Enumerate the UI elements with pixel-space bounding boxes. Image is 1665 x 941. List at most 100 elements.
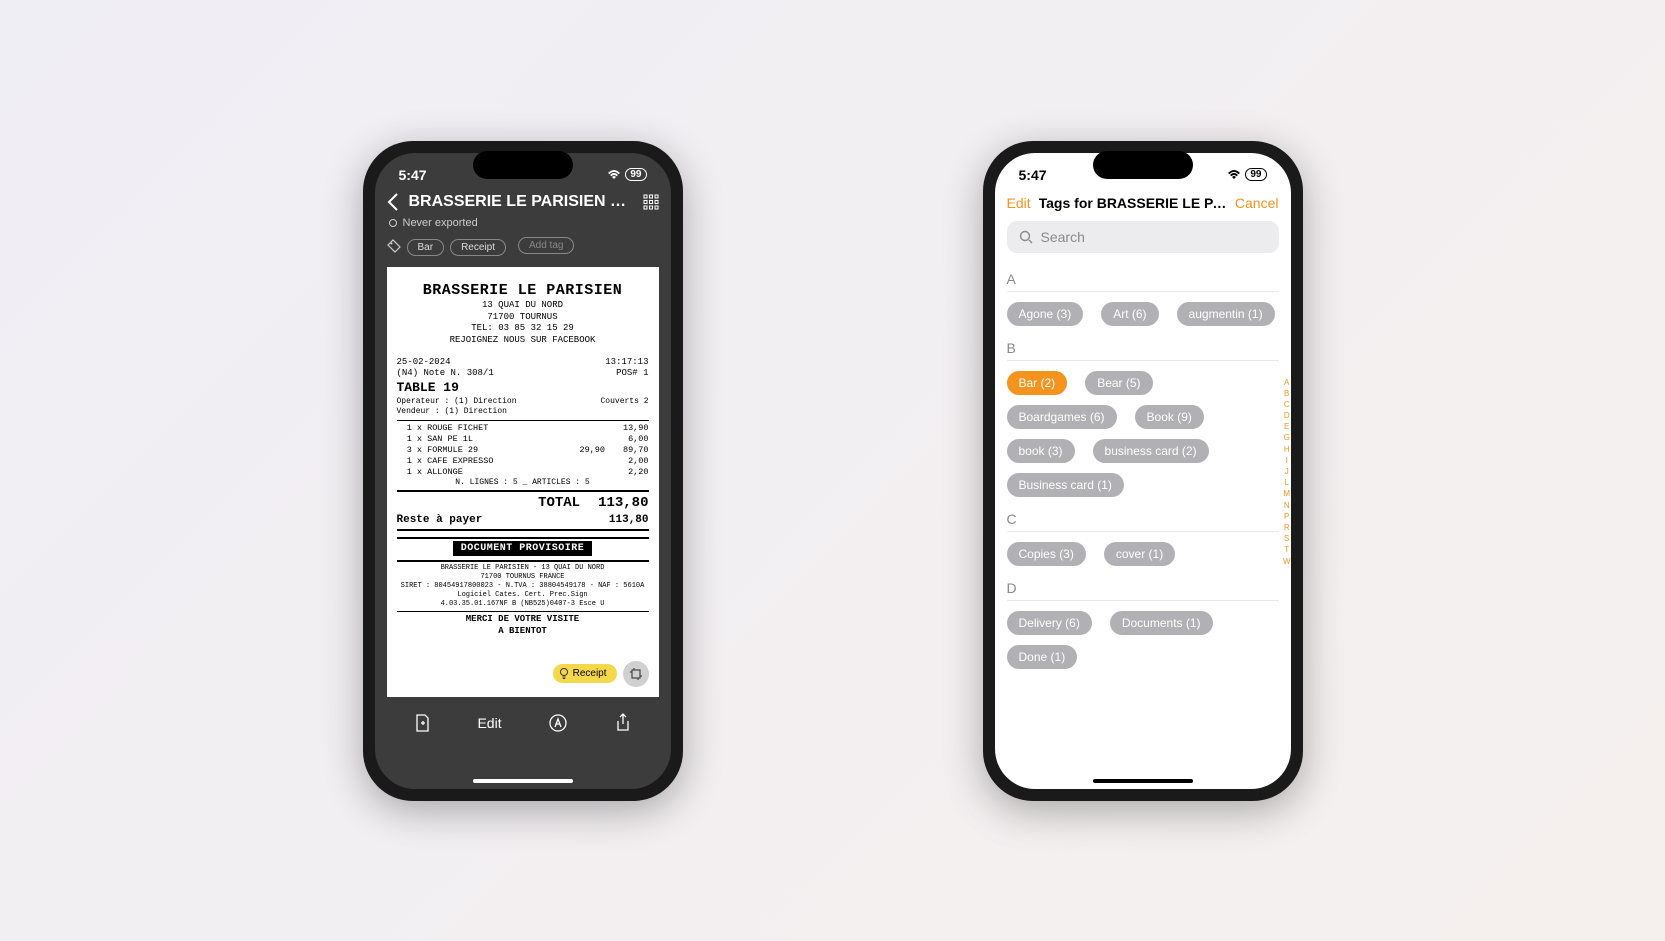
page-title: BRASSERIE LE PARISIEN R... [409,193,633,211]
section-header: B [1007,326,1279,361]
index-letter[interactable]: A [1283,377,1291,388]
tag-pill[interactable]: Receipt [450,239,506,256]
receipt-addr2: 71700 TOURNUS [397,312,649,324]
index-letter[interactable]: S [1283,533,1291,544]
receipt-operator: Operateur : (1) Direction [397,397,517,407]
index-letter[interactable]: P [1283,511,1291,522]
tag-pill[interactable]: Bar [407,239,445,256]
search-placeholder: Search [1041,229,1085,245]
home-indicator[interactable] [473,779,573,783]
status-right: 99 [1227,168,1266,181]
receipt-line: 1 x CAFE EXPRESSO2,00 [397,456,649,467]
tag-chip[interactable]: Done (1) [1007,645,1078,669]
receipt-total: 113,80 [598,494,648,512]
search-icon [1019,230,1033,244]
page-add-button[interactable] [413,713,431,733]
tag-chip[interactable]: Agone (3) [1007,302,1084,326]
receipt-rest-label: Reste à payer [397,513,483,527]
receipt-f5: 4.03.35.01.167NF B (NB525)0407-3 Esce U [397,600,649,609]
phone-right: 5:47 99 Edit Tags for BRASSERIE LE PARIS… [983,141,1303,801]
crop-button[interactable] [623,661,649,687]
cancel-button[interactable]: Cancel [1235,195,1279,211]
receipt-fb: REJOIGNEZ NOUS SUR FACEBOOK [397,335,649,347]
index-letter[interactable]: D [1283,410,1291,421]
tag-icon [387,239,401,253]
tag-chip[interactable]: Bear (5) [1085,371,1152,395]
section-header: A [1007,257,1279,292]
index-letter[interactable]: H [1283,444,1291,455]
tag-chip[interactable]: augmentin (1) [1177,302,1275,326]
nav-bar: BRASSERIE LE PARISIEN R... [375,189,671,215]
index-letter[interactable]: G [1283,432,1291,443]
index-letter[interactable]: E [1283,421,1291,432]
tag-chip[interactable]: book (3) [1007,439,1075,463]
status-dot-icon [389,219,397,227]
bulb-icon [559,668,569,680]
index-letter[interactable]: B [1283,388,1291,399]
status-bar: 5:47 99 [995,153,1291,189]
tag-list[interactable]: AAgone (3)Art (6)augmentin (1)BBar (2)Be… [995,257,1291,669]
receipt-merci: MERCI DE VOTRE VISITE [397,614,649,626]
tag-chip[interactable]: Boardgames (6) [1007,405,1117,429]
receipt-merchant: BRASSERIE LE PARISIEN [397,281,649,301]
receipt-vendeur: Vendeur : (1) Direction [397,407,649,417]
back-button[interactable] [387,193,399,211]
tag-chip[interactable]: Bar (2) [1007,371,1068,395]
bottom-toolbar: Edit [375,703,671,743]
status-time: 5:47 [399,167,427,183]
index-letter[interactable]: N [1283,500,1291,511]
receipt-line: 3 x FORMULE 2929,9089,70 [397,445,649,456]
wifi-icon [607,170,621,180]
receipt-table: TABLE 19 [397,380,649,397]
search-input[interactable]: Search [1007,221,1279,253]
alpha-index[interactable]: ABCDEGHIJLMNPRSTW [1283,377,1291,567]
receipt-f3: SIRET : 80454917800023 - N.TVA : 3880454… [397,582,649,591]
tag-chip[interactable]: Art (6) [1101,302,1158,326]
tag-chip[interactable]: business card (2) [1093,439,1209,463]
share-button[interactable] [614,713,632,733]
index-letter[interactable]: T [1283,544,1291,555]
receipt-time: 13:17:13 [605,357,648,369]
receipt-tel: TEL: 03 85 32 15 29 [397,323,649,335]
tag-chip[interactable]: Business card (1) [1007,473,1124,497]
grid-icon[interactable] [643,194,659,210]
tag-chip[interactable]: Delivery (6) [1007,611,1092,635]
screen-receipt-viewer: 5:47 99 BRASSERIE LE PARISIEN R... Never… [375,153,671,789]
status-time: 5:47 [1019,167,1047,183]
receipt-preview[interactable]: BRASSERIE LE PARISIEN 13 QUAI DU NORD 71… [387,267,659,697]
tag-chip[interactable]: Documents (1) [1110,611,1213,635]
receipt-note: (N4) Note N. 308/1 [397,368,494,380]
index-letter[interactable]: I [1283,455,1291,466]
edit-button[interactable]: Edit [1007,195,1031,211]
receipt-f2: 71700 TOURNUS FRANCE [397,573,649,582]
receipt-date: 25-02-2024 [397,357,451,369]
tag-chip[interactable]: cover (1) [1104,542,1175,566]
tag-chip[interactable]: Book (9) [1135,405,1204,429]
home-indicator[interactable] [1093,779,1193,783]
add-tag-button[interactable]: Add tag [518,237,574,254]
battery-icon: 99 [625,168,646,181]
receipt-line: 1 x SAN PE 1L6,00 [397,434,649,445]
auto-button[interactable] [548,713,568,733]
index-letter[interactable]: C [1283,399,1291,410]
receipt-type-chip[interactable]: Receipt [553,664,617,683]
index-letter[interactable]: M [1283,488,1291,499]
receipt-total-label: TOTAL [538,494,580,512]
tag-chip[interactable]: Copies (3) [1007,542,1086,566]
phone-left: 5:47 99 BRASSERIE LE PARISIEN R... Never… [363,141,683,801]
nav-bar: Edit Tags for BRASSERIE LE PARISI... Can… [995,189,1291,217]
receipt-f4: Logiciel Cates. Cert. Prec.Sign [397,591,649,600]
receipt-f1: BRASSERIE LE PARISIEN - 13 QUAI DU NORD [397,564,649,573]
battery-icon: 99 [1245,168,1266,181]
index-letter[interactable]: L [1283,477,1291,488]
index-letter[interactable]: J [1283,466,1291,477]
receipt-rest: 113,80 [609,513,649,527]
edit-button[interactable]: Edit [477,715,501,731]
receipt-covers: Couverts 2 [600,397,648,407]
receipt-pos: POS# 1 [616,368,648,380]
status-bar: 5:47 99 [375,153,671,189]
index-letter[interactable]: W [1283,556,1291,567]
index-letter[interactable]: R [1283,522,1291,533]
screen-tag-picker: 5:47 99 Edit Tags for BRASSERIE LE PARIS… [995,153,1291,789]
receipt-line: 1 x ALLONGE2,20 [397,467,649,478]
